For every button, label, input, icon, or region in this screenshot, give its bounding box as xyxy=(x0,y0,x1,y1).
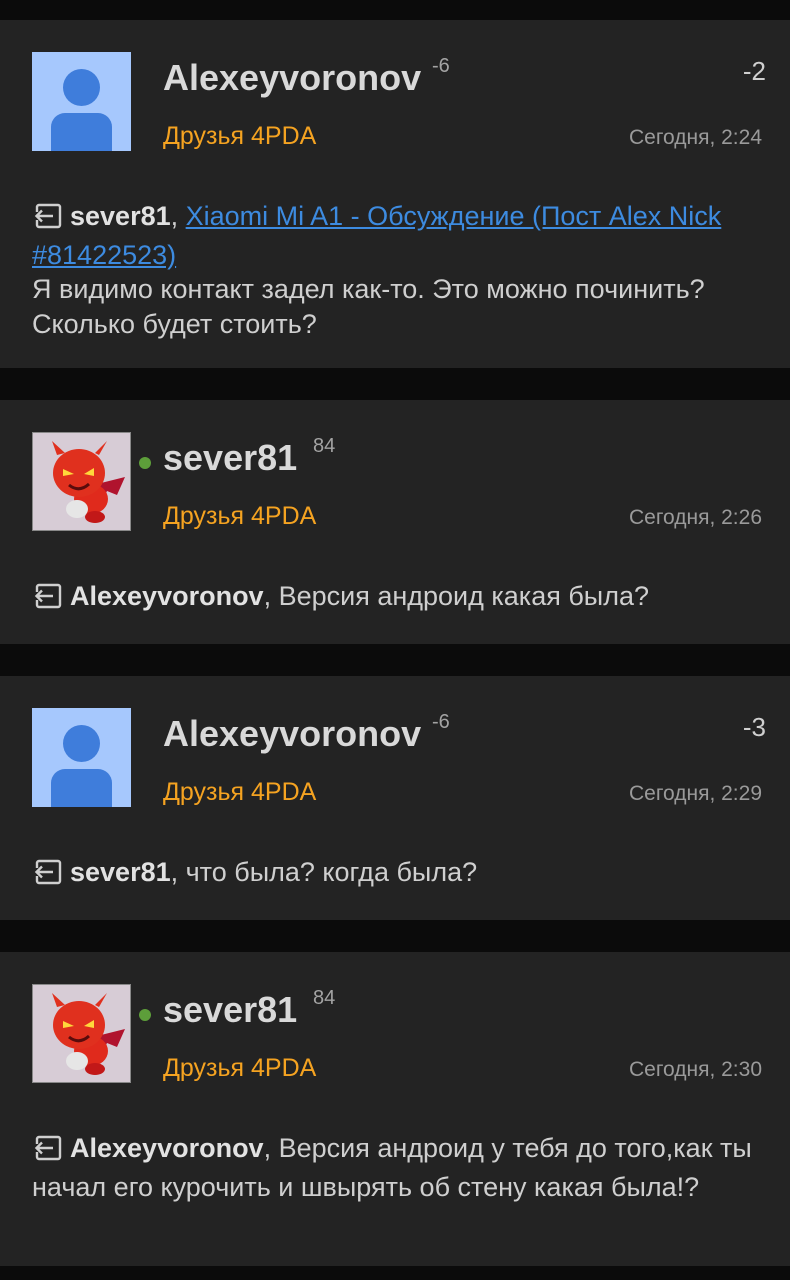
post-time: Сегодня, 2:29 xyxy=(628,782,762,805)
reply-arrow-icon[interactable] xyxy=(32,859,62,894)
avatar[interactable] xyxy=(32,432,131,531)
avatar[interactable] xyxy=(32,984,131,1083)
post-time: Сегодня, 2:30 xyxy=(628,1058,762,1081)
online-status-dot xyxy=(139,457,151,469)
post-author[interactable]: Alexeyvoronov xyxy=(163,716,421,752)
post-card: sever81 84 Друзья 4PDA Сегодня, 2:30 Ale… xyxy=(0,952,790,1266)
post-author[interactable]: Alexeyvoronov xyxy=(163,60,421,96)
post-score: -2 xyxy=(742,56,766,86)
user-group: Друзья 4PDA xyxy=(163,778,317,806)
user-group: Друзья 4PDA xyxy=(163,122,317,150)
avatar[interactable] xyxy=(32,708,131,807)
reputation-badge[interactable]: -6 xyxy=(432,56,450,76)
post-author[interactable]: sever81 xyxy=(163,992,297,1028)
post-time: Сегодня, 2:24 xyxy=(628,126,762,149)
post-card: sever81 84 Друзья 4PDA Сегодня, 2:26 Ale… xyxy=(0,400,790,644)
red-devil-avatar xyxy=(52,993,125,1075)
posts-feed: Alexeyvoronov -6 Друзья 4PDA Сегодня, 2:… xyxy=(0,0,790,1280)
default-user-avatar-icon xyxy=(63,725,100,762)
post-message: sever81, что была? когда была? xyxy=(32,855,764,894)
reply-mention[interactable]: sever81 xyxy=(70,201,171,231)
reply-mention[interactable]: sever81 xyxy=(70,857,171,887)
post-message: Alexeyvoronov, Версия андроид у тебя до … xyxy=(32,1131,764,1204)
post-message: sever81, Xiaomi Mi A1 - Обсуждение (Пост… xyxy=(32,201,722,339)
user-group: Друзья 4PDA xyxy=(163,1054,317,1082)
default-user-avatar-icon xyxy=(63,69,100,106)
post-score: -3 xyxy=(742,712,766,742)
post-time: Сегодня, 2:26 xyxy=(628,506,762,529)
reply-arrow-icon[interactable] xyxy=(32,1135,62,1170)
post-text: , что была? когда была? xyxy=(170,857,478,887)
reply-mention[interactable]: Alexeyvoronov xyxy=(70,581,264,611)
post-card: Alexeyvoronov -6 Друзья 4PDA Сегодня, 2:… xyxy=(0,676,790,920)
reply-arrow-icon[interactable] xyxy=(32,203,62,238)
post-message: Alexeyvoronov, Версия андроид какая была… xyxy=(32,579,764,618)
reputation-badge[interactable]: 84 xyxy=(313,436,335,456)
user-group: Друзья 4PDA xyxy=(163,502,317,530)
post-text: , Версия андроид какая была? xyxy=(263,581,650,611)
reply-arrow-icon[interactable] xyxy=(32,583,62,618)
post-text: Я видимо контакт задел как-то. Это можно… xyxy=(32,274,705,339)
reputation-badge[interactable]: 84 xyxy=(313,988,335,1008)
avatar[interactable] xyxy=(32,52,131,151)
red-devil-avatar xyxy=(52,441,125,523)
post-card: Alexeyvoronov -6 Друзья 4PDA Сегодня, 2:… xyxy=(0,20,790,368)
reply-mention[interactable]: Alexeyvoronov xyxy=(70,1133,264,1163)
post-author[interactable]: sever81 xyxy=(163,440,297,476)
online-status-dot xyxy=(139,1009,151,1021)
reputation-badge[interactable]: -6 xyxy=(432,712,450,732)
